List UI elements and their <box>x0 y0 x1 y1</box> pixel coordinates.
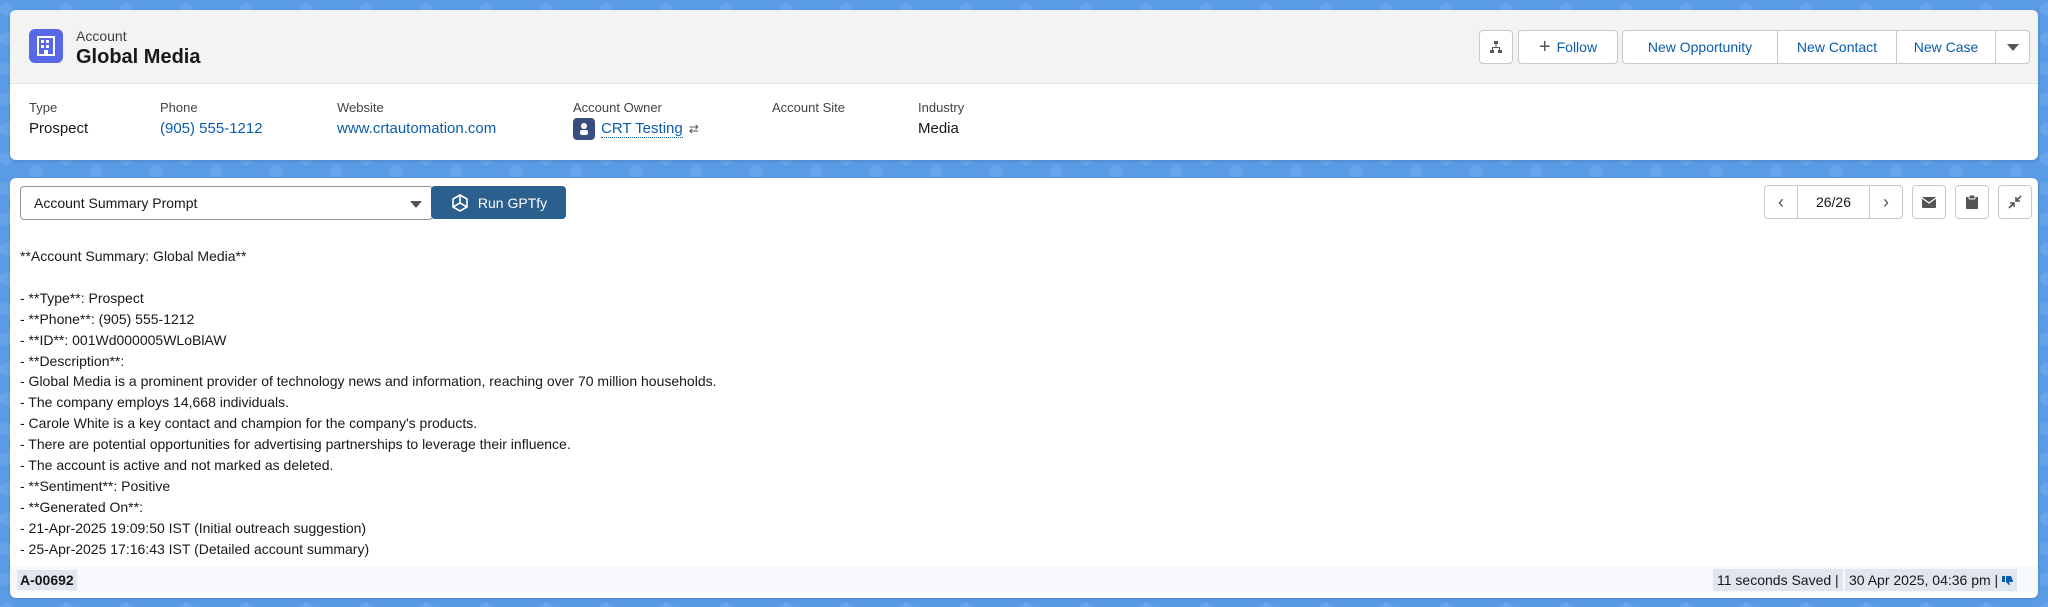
response-line: - Carole White is a key contact and cham… <box>20 415 478 432</box>
hierarchy-icon <box>1490 41 1502 53</box>
prompt-select[interactable]: Account Summary Prompt <box>20 186 433 220</box>
page-counter: 26/26 <box>1798 185 1869 219</box>
record-id-badge: A-00692 <box>17 570 77 590</box>
account-icon <box>29 29 63 63</box>
response-line: - 21-Apr-2025 19:09:50 IST (Initial outr… <box>20 519 367 536</box>
plus-icon: + <box>1538 36 1551 58</box>
gpt-response-text: **Account Summary: Global Media** - **Ty… <box>20 246 717 560</box>
timestamp-wrap: 30 Apr 2025, 04:36 pm | <box>1845 569 2018 591</box>
field-value: Prospect <box>29 120 89 137</box>
response-pager: ‹ 26/26 › <box>1764 185 1903 219</box>
change-owner-icon[interactable]: ⇄ <box>689 122 699 136</box>
record-title: Global Media <box>76 46 201 68</box>
field-label: Website <box>337 100 384 115</box>
response-line: - **Phone**: (905) 555-1212 <box>20 310 195 327</box>
field-industry: Industry Media <box>918 100 964 137</box>
clipboard-icon <box>1966 195 1978 209</box>
field-type: Type Prospect <box>29 100 88 137</box>
copy-button[interactable] <box>1955 185 1989 219</box>
website-link[interactable]: www.crtautomation.com <box>337 120 496 137</box>
field-website: Website www.crtautomation.com <box>337 100 496 137</box>
gptfy-logo-icon <box>452 193 468 212</box>
response-line: - **Description**: <box>20 352 125 369</box>
run-gptfy-button[interactable]: Run GPTfy <box>431 186 566 219</box>
owner-link[interactable]: CRT Testing <box>601 120 683 138</box>
response-line: - The account is active and not marked a… <box>20 457 334 474</box>
gptfy-panel: Account Summary Prompt Run GPTfy ‹ 26/26… <box>10 178 2038 598</box>
more-actions-button[interactable] <box>1995 30 2030 64</box>
prompt-select-value: Account Summary Prompt <box>34 195 198 211</box>
field-label: Account Owner <box>573 100 662 115</box>
run-gptfy-label: Run GPTfy <box>477 194 548 211</box>
response-line: - **Sentiment**: Positive <box>20 477 171 494</box>
field-account-owner: Account Owner CRT Testing ⇄ <box>573 100 699 140</box>
header-top: Account Global Media + Follow New Opport… <box>10 10 2038 84</box>
collapse-icon <box>2008 195 2022 209</box>
follow-button[interactable]: + Follow <box>1518 30 1618 64</box>
field-phone: Phone (905) 555-1212 <box>160 100 263 137</box>
saved-status: 11 seconds Saved | <box>1713 569 1843 591</box>
owner-avatar <box>573 118 595 140</box>
thumbs-down-icon[interactable] <box>2002 575 2014 586</box>
chevron-down-icon <box>410 201 422 208</box>
response-footer: A-00692 11 seconds Saved | 30 Apr 2025, … <box>10 566 2038 592</box>
new-opportunity-button[interactable]: New Opportunity <box>1622 30 1778 64</box>
email-icon <box>1922 196 1936 208</box>
response-line: - There are potential opportunities for … <box>20 436 571 453</box>
response-line <box>20 267 717 288</box>
field-label: Account Site <box>772 100 845 115</box>
response-line: - **Type**: Prospect <box>20 289 144 306</box>
response-line: - **ID**: 001Wd000005WLoBlAW <box>20 331 227 348</box>
phone-link[interactable]: (905) 555-1212 <box>160 120 263 137</box>
field-account-site: Account Site <box>772 100 845 120</box>
response-line: **Account Summary: Global Media** <box>20 248 247 264</box>
chevron-down-icon <box>2006 43 2019 51</box>
field-label: Industry <box>918 100 965 115</box>
response-line: - 25-Apr-2025 17:16:43 IST (Detailed acc… <box>20 540 370 557</box>
new-contact-button[interactable]: New Contact <box>1777 30 1897 64</box>
highlights-panel: Type Prospect Phone (905) 555-1212 Websi… <box>10 84 2038 160</box>
response-line: - Global Media is a prominent provider o… <box>20 373 717 390</box>
object-type-label: Account <box>76 28 127 44</box>
collapse-button[interactable] <box>1998 185 2032 219</box>
record-header: Account Global Media + Follow New Opport… <box>10 10 2038 160</box>
new-case-button[interactable]: New Case <box>1896 30 1996 64</box>
field-label: Type <box>29 100 58 115</box>
email-button[interactable] <box>1912 185 1946 219</box>
previous-button[interactable]: ‹ <box>1764 185 1798 219</box>
field-label: Phone <box>160 100 198 115</box>
next-button[interactable]: › <box>1869 185 1903 219</box>
response-line: - **Generated On**: <box>20 498 143 515</box>
view-hierarchy-button[interactable] <box>1479 30 1513 64</box>
follow-label: Follow <box>1556 39 1598 55</box>
chevron-left-icon: ‹ <box>1778 191 1784 212</box>
timestamp: 30 Apr 2025, 04:36 pm | <box>1849 572 1999 588</box>
field-value: Media <box>918 120 959 137</box>
chevron-right-icon: › <box>1883 191 1889 212</box>
response-line: - The company employs 14,668 individuals… <box>20 394 290 411</box>
